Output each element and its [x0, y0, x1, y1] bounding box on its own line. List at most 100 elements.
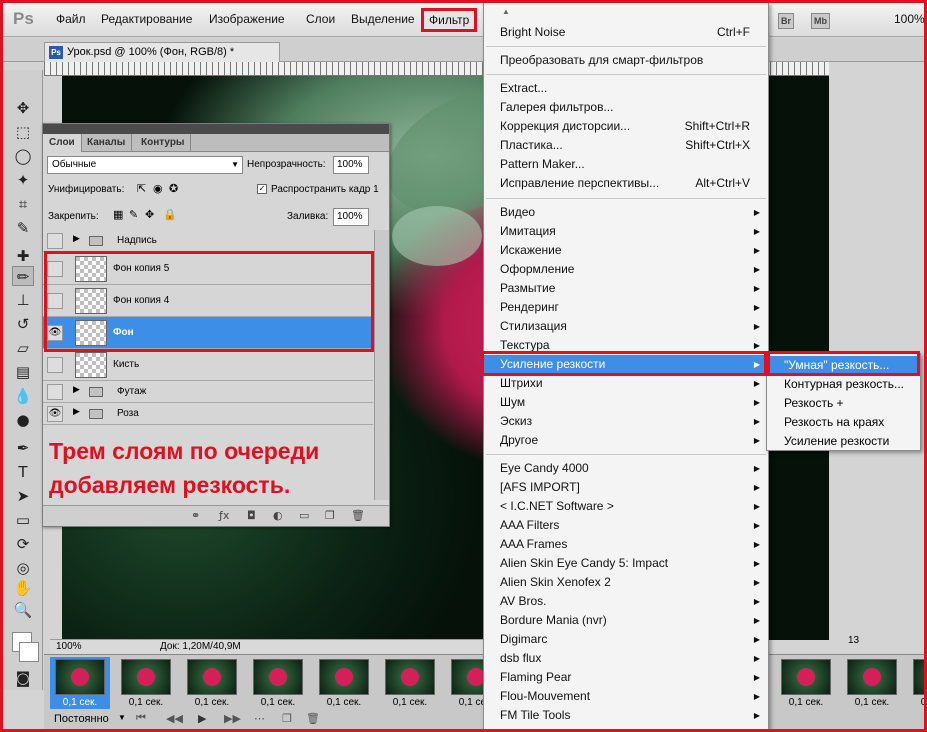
- menu-item[interactable]: Пластика... Shift+Ctrl+X: [484, 136, 768, 155]
- first-frame-icon[interactable]: ⏮: [136, 712, 146, 725]
- stamp-tool-icon[interactable]: ⊥: [12, 290, 34, 310]
- new-frame-icon[interactable]: ❐: [282, 712, 292, 725]
- opacity-input[interactable]: 100%: [333, 156, 369, 174]
- fill-input[interactable]: 100%: [333, 208, 369, 226]
- eyedropper-icon[interactable]: ✎: [12, 218, 34, 238]
- marquee-tool-icon[interactable]: ⬚: [12, 122, 34, 142]
- delete-layer-icon[interactable]: 🗑: [351, 509, 365, 522]
- layer-row-group-nadpis[interactable]: ▶ Надпись: [43, 230, 373, 252]
- expand-triangle-icon[interactable]: ▶: [73, 385, 80, 395]
- frame-delay[interactable]: 0,1 сек.: [248, 697, 308, 708]
- pen-tool-icon[interactable]: ✒: [12, 438, 34, 458]
- next-frame-icon[interactable]: ▶▶: [224, 712, 241, 725]
- lock-pixels-icon[interactable]: ✎: [129, 208, 138, 221]
- lasso-tool-icon[interactable]: ◯: [12, 146, 34, 166]
- expand-triangle-icon[interactable]: ▶: [73, 407, 80, 417]
- menu-item[interactable]: Эскиз ▶: [484, 412, 768, 431]
- menu-item-smart-filters[interactable]: Преобразовать для смарт-фильтров: [484, 51, 768, 70]
- lock-position-icon[interactable]: ✥: [145, 208, 154, 221]
- lock-transparent-icon[interactable]: ▦: [113, 208, 123, 221]
- shape-tool-icon[interactable]: ▭: [12, 510, 34, 530]
- loop-select[interactable]: Постоянно: [54, 713, 109, 725]
- magic-wand-icon[interactable]: ✦: [12, 170, 34, 190]
- animation-frame[interactable]: 0,1 сек.: [116, 657, 176, 709]
- animation-frame[interactable]: 0,1 сек.: [908, 657, 927, 709]
- delete-frame-icon[interactable]: 🗑: [306, 712, 320, 725]
- blend-mode-select[interactable]: Обычные ▼: [47, 156, 243, 174]
- menu-item[interactable]: Штрихи ▶: [484, 374, 768, 393]
- panel-header[interactable]: [43, 124, 389, 134]
- menu-item[interactable]: Коррекция дисторсии... Shift+Ctrl+R: [484, 117, 768, 136]
- menu-image[interactable]: Изображение: [209, 12, 285, 26]
- submenu-item-sharpen[interactable]: Усиление резкости: [767, 432, 920, 451]
- layer-row-kist[interactable]: Кисть: [43, 349, 373, 381]
- bridge-button[interactable]: Br: [778, 13, 795, 29]
- menu-item[interactable]: Bordure Mania (nvr) ▶: [484, 611, 768, 630]
- brush-tool-icon[interactable]: ✏: [12, 266, 34, 286]
- new-group-icon[interactable]: ▭: [299, 509, 309, 522]
- menu-item[interactable]: Стилизация ▶: [484, 317, 768, 336]
- tab-paths[interactable]: Контуры: [135, 134, 192, 152]
- menu-item[interactable]: Оформление ▶: [484, 260, 768, 279]
- tab-layers[interactable]: Слои: [43, 134, 82, 152]
- animation-frame[interactable]: 0,1 сек.: [50, 657, 110, 709]
- loop-dropdown-icon[interactable]: ▼: [118, 713, 126, 722]
- animation-frame[interactable]: 0,1 сек.: [380, 657, 440, 709]
- eye-icon[interactable]: 👁: [47, 406, 63, 422]
- dodge-tool-icon[interactable]: ●: [12, 410, 34, 430]
- play-icon[interactable]: ▶: [198, 712, 206, 725]
- menu-item[interactable]: AAA Frames ▶: [484, 535, 768, 554]
- menu-item[interactable]: AV Bros. ▶: [484, 592, 768, 611]
- animation-frame[interactable]: 0,1 сек.: [776, 657, 836, 709]
- new-layer-icon[interactable]: ❐: [325, 509, 335, 522]
- layer-row-group-roza[interactable]: 👁 ▶ Роза: [43, 403, 373, 425]
- animation-frame[interactable]: 0,1 сек.: [248, 657, 308, 709]
- tab-channels[interactable]: Каналы: [81, 134, 133, 152]
- link-layers-icon[interactable]: ⚭: [191, 509, 200, 522]
- layer-style-icon[interactable]: ƒx: [219, 509, 229, 522]
- menu-file[interactable]: Файл: [56, 12, 86, 26]
- menu-item[interactable]: AAA Filters ▶: [484, 516, 768, 535]
- animation-frame[interactable]: 0,1 сек.: [182, 657, 242, 709]
- zoom-tool-icon[interactable]: 🔍: [12, 600, 34, 620]
- animation-frame[interactable]: 0,1 сек.: [314, 657, 374, 709]
- layer-mask-icon[interactable]: ◘: [247, 509, 256, 522]
- menu-item[interactable]: Размытие ▶: [484, 279, 768, 298]
- submenu-item-sharpen-edges[interactable]: Резкость на краях: [767, 413, 920, 432]
- layer-row-group-futazh[interactable]: ▶ Футаж: [43, 381, 373, 403]
- frame-delay[interactable]: 0,1 сек.: [380, 697, 440, 708]
- zoom-field[interactable]: 100%: [56, 641, 82, 652]
- frame-delay[interactable]: 0,1 сек.: [182, 697, 242, 708]
- unify-style-icon[interactable]: ✪: [169, 182, 178, 195]
- tween-icon[interactable]: ⋯: [254, 712, 265, 725]
- eraser-tool-icon[interactable]: ▱: [12, 338, 34, 358]
- visibility-toggle[interactable]: [47, 384, 63, 400]
- frame-delay[interactable]: 0,1 сек.: [314, 697, 374, 708]
- 3d-rotate-icon[interactable]: ⟳: [12, 534, 34, 554]
- menu-item[interactable]: Искажение ▶: [484, 241, 768, 260]
- menu-item[interactable]: Исправление перспективы... Alt+Ctrl+V: [484, 174, 768, 193]
- menu-item-last-filter[interactable]: Bright Noise Ctrl+F: [484, 23, 768, 42]
- frame-delay[interactable]: 0,1 сек.: [116, 697, 176, 708]
- menu-item[interactable]: [AFS IMPORT] ▶: [484, 478, 768, 497]
- background-color-swatch[interactable]: [19, 642, 39, 662]
- type-tool-icon[interactable]: T: [12, 462, 34, 482]
- menu-item[interactable]: Digimarc ▶: [484, 630, 768, 649]
- menu-item[interactable]: Flaming Pear ▶: [484, 668, 768, 687]
- menu-item[interactable]: Рендеринг ▶: [484, 298, 768, 317]
- prev-frame-icon[interactable]: ◀◀: [166, 712, 183, 725]
- frame-delay[interactable]: 0,1 сек.: [842, 697, 902, 708]
- menu-item[interactable]: Имитация ▶: [484, 222, 768, 241]
- lock-all-icon[interactable]: 🔒: [163, 208, 177, 221]
- menu-select[interactable]: Выделение: [351, 12, 415, 26]
- mini-bridge-button[interactable]: Mb: [811, 13, 830, 29]
- submenu-item-unsharp-mask[interactable]: Контурная резкость...: [767, 375, 920, 394]
- crop-tool-icon[interactable]: ⌗: [12, 194, 34, 214]
- animation-frame[interactable]: 0,1 сек.: [842, 657, 902, 709]
- zoom-level[interactable]: 100%: [894, 12, 925, 26]
- unify-position-icon[interactable]: ⇱: [137, 182, 146, 195]
- gradient-tool-icon[interactable]: ▤: [12, 362, 34, 382]
- path-selection-icon[interactable]: ➤: [12, 486, 34, 506]
- menu-layers[interactable]: Слои: [306, 12, 335, 26]
- frame-delay[interactable]: 0,1 сек.: [776, 697, 836, 708]
